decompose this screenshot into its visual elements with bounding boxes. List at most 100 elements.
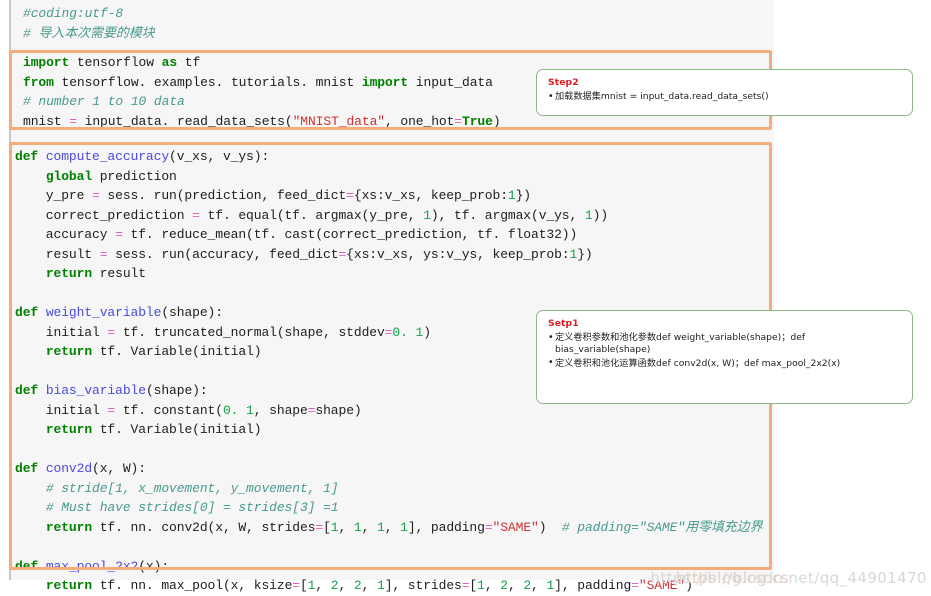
code-token-pl: ], padding (407, 519, 485, 535)
code-token-kw: return (45, 578, 93, 593)
code-line: import tensorflow as tf (23, 53, 501, 73)
code-line: def compute_accuracy(v_xs, v_ys): (15, 147, 762, 167)
code-token-pl: correct_prediction (15, 207, 193, 223)
code-token-op: = (92, 188, 100, 203)
code-header-comments: #coding:utf-8 # 导入本次需要的模块 (23, 4, 155, 43)
code-token-pl: input_data. read_data_sets( (76, 113, 293, 129)
code-token-pl: tf. nn. max_pool(x, ksize (92, 578, 293, 593)
code-token-pl: , (338, 519, 354, 535)
code-token-op: = (115, 227, 123, 242)
code-token-kw: def (15, 558, 39, 574)
code-token-pl: tf (177, 55, 201, 70)
code-token-pl: input_data (408, 74, 493, 90)
code-token-op: = (69, 113, 77, 129)
code-token-op: = (346, 188, 354, 203)
code-token-num: 1 (477, 578, 485, 593)
code-token-op: = (454, 113, 462, 129)
code-token-kw: global (45, 168, 93, 184)
code-token-kw: def (15, 461, 39, 476)
code-token-pl: (x): (138, 558, 170, 574)
code-token-pl: (v_xs, v_ys): (169, 149, 270, 164)
code-token-pl: , (361, 519, 377, 535)
code-token-pl: ) (423, 324, 431, 340)
code-token-pl: [ (469, 578, 478, 593)
code-token-pl: )) (592, 207, 609, 223)
code-token-kw: return (45, 266, 93, 281)
code-line: def conv2d(x, W): (15, 459, 762, 479)
code-token-pl: ], padding (554, 578, 632, 593)
code-line: # 导入本次需要的模块 (23, 24, 155, 44)
code-token-pl: ), tf. argmax(v_ys, (430, 207, 585, 223)
code-token-str: "MNIST_data" (292, 113, 386, 129)
callout-list-item: 定义卷积参数和池化参数def weight_variable(shape)；de… (548, 332, 902, 357)
code-token-num: 1 (546, 578, 555, 593)
code-token-num: 1 (584, 207, 593, 223)
code-token-com: #coding:utf-8 (23, 6, 124, 21)
code-token-pl: }) (515, 188, 532, 203)
code-token-pl: tensorflow. examples. tutorials. mnist (53, 74, 362, 90)
code-token-fn: compute_accuracy (45, 149, 170, 164)
code-token-com: # stride[1, x_movement, y_movement, 1] (45, 480, 339, 496)
code-token-pl: tf. constant( (115, 402, 223, 418)
code-token-pl: tf. truncated_normal(shape, stddev (115, 324, 385, 340)
code-line: return result (15, 264, 762, 284)
code-line: correct_prediction = tf. equal(tf. argma… (15, 206, 762, 226)
code-token-num: 1 (507, 188, 516, 203)
code-token-kw: return (45, 344, 93, 359)
code-token-pl: accuracy (15, 227, 116, 242)
code-token-fn: weight_variable (45, 305, 162, 320)
code-token-pl: sess. run(prediction, feed_dict (99, 188, 347, 203)
code-token-pl: (shape): (161, 305, 223, 320)
code-token-kw: def (15, 149, 39, 164)
code-line: return tf. nn. conv2d(x, W, strides=[1, … (15, 518, 763, 538)
callout-step2-title: Step2 (548, 77, 579, 88)
code-token-pl: (x, W): (92, 461, 146, 476)
code-token-pl: sess. run(accuracy, feed_dict (107, 246, 339, 262)
code-token-pl: tf. nn. conv2d(x, W, strides (92, 519, 316, 535)
code-token-com: # 导入本次需要的模块 (23, 25, 155, 41)
code-token-pl: (shape): (145, 383, 208, 398)
code-token-kw: def (15, 305, 39, 320)
code-token-kw: import (361, 74, 409, 90)
code-token-num: 1 (377, 578, 385, 593)
code-token-pl: , (338, 578, 354, 593)
code-token-pl: tf. Variable(initial) (92, 422, 262, 437)
code-token-pl: prediction (92, 168, 177, 184)
code-line: mnist = input_data. read_data_sets("MNIS… (23, 112, 501, 132)
code-token-op: = (107, 324, 116, 340)
code-token-com: # padding="SAME"用零填充边界 (561, 519, 763, 535)
code-token-num: 2 (353, 578, 362, 593)
code-token-pl: , (531, 578, 547, 593)
code-token-op: = (315, 519, 324, 535)
code-line: # number 1 to 10 data (23, 92, 501, 112)
code-token-pl: ], strides (384, 578, 462, 593)
code-token-kw: def (15, 383, 39, 398)
code-token-op: = (292, 578, 300, 593)
code-token-com: # number 1 to 10 data (23, 94, 185, 109)
code-line: accuracy = tf. reduce_mean(tf. cast(corr… (15, 225, 762, 245)
callout-list-item: 加载数据集mnist = input_data.read_data_sets() (548, 90, 902, 103)
code-token-pl: {xs:v_xs, ys:v_ys, keep_prob: (346, 246, 570, 262)
code-token-str: "SAME" (492, 519, 539, 535)
callout-setp1-list: 定义卷积参数和池化参数def weight_variable(shape)；de… (548, 332, 902, 371)
code-token-pl: , (315, 578, 331, 593)
screenshot-canvas: #coding:utf-8 # 导入本次需要的模块 import tensorfl… (0, 0, 931, 593)
code-line: # Must have strides[0] = strides[3] =1 (15, 498, 762, 518)
code-token-pl: , one_hot (384, 113, 455, 129)
code-token-pl: ) (538, 519, 562, 535)
code-token-num: 1 (400, 519, 408, 535)
code-token-kw: return (45, 422, 93, 437)
code-token-pl: initial (15, 402, 108, 418)
